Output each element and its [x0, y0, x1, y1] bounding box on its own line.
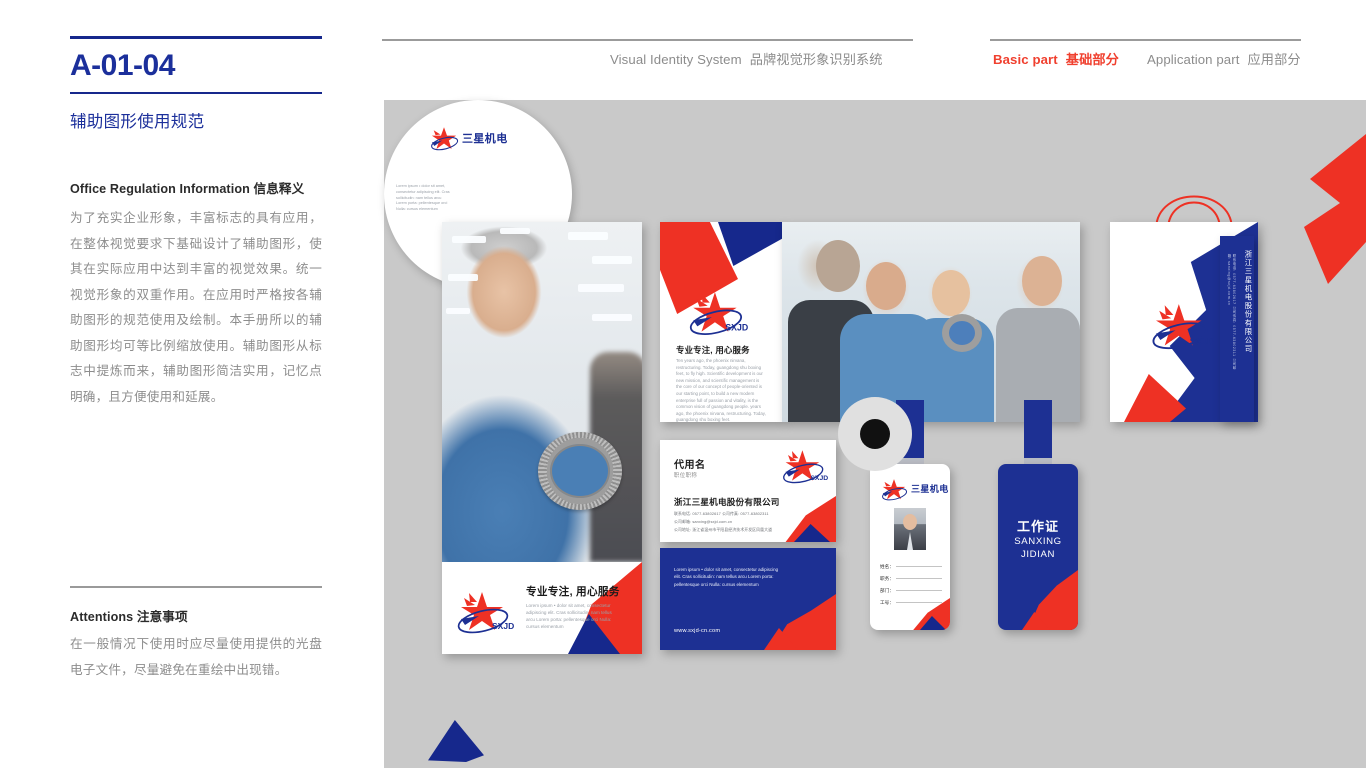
bluecard-website: www.sxjd-cn.com — [674, 628, 721, 634]
nav-basic-part-en: Basic part — [993, 52, 1058, 67]
badge-portrait-photo — [894, 508, 926, 550]
nav-item-visual-identity[interactable]: Visual Identity System 品牌视觉形象识别系统 — [610, 49, 883, 68]
badge-field-position: 职务： — [880, 576, 942, 582]
poster-logo: SXJD — [454, 590, 514, 636]
attentions-block: Attentions 注意事项 在一般情况下使用时应尽量使用提供的光盘电子文件，… — [70, 586, 322, 683]
attentions-heading-en: Attentions — [70, 610, 134, 624]
poster-gear-part — [538, 432, 622, 510]
badge-back-strap — [1024, 400, 1052, 466]
badge-field-name: 姓名： — [880, 564, 942, 570]
bag-red-star-shape — [1124, 374, 1186, 422]
attentions-body: 在一般情况下使用时应尽量使用提供的光盘电子文件，尽量避免在重绘中出现错。 — [70, 637, 322, 677]
shopping-bag-side-panel: 浙江三星机电股份有限公司 联系电话: 0577-63802617 公司传真: 0… — [1220, 236, 1254, 422]
bag-logo: SXJD — [1148, 302, 1214, 352]
top-navigation: Visual Identity System 品牌视觉形象识别系统 Basic p… — [0, 0, 1366, 100]
nav-application-part-cn: 应用部分 — [1247, 52, 1301, 67]
nav-visual-identity-cn: 品牌视觉形象识别系统 — [749, 52, 883, 67]
badge-field-department: 部门： — [880, 588, 942, 594]
brochure-photo-page — [782, 222, 1080, 422]
poster-footer-band: SXJD 专业专注, 用心服务 Lorem ipsum • dolor sit … — [442, 562, 642, 654]
poster-photo — [442, 222, 642, 562]
bag-side-contact: 联系电话: 0577-63802617 公司传真: 0577-63802311 … — [1227, 254, 1236, 371]
name-card-front: 代用名 职位职称 浙江三星机电股份有限公司 联系电话: 0577-6380261… — [660, 440, 836, 542]
badge-logo — [879, 478, 909, 502]
sidebar: A-01-04 辅助图形使用规范 Office Regulation Infor… — [70, 36, 322, 736]
namecard-name: 代用名 — [674, 460, 706, 471]
nav-rule-right — [990, 39, 1301, 41]
nav-visual-identity-en: Visual Identity System — [610, 52, 742, 67]
info-heading-cn: 信息释义 — [253, 182, 305, 196]
attentions-rule — [70, 586, 322, 588]
cd-logo-wordmark: 三星机电 — [462, 133, 508, 145]
badge-back-title: 工作证 — [1016, 519, 1059, 534]
vi-manual-page: A-01-04 辅助图形使用规范 Office Regulation Infor… — [0, 0, 1366, 768]
info-heading-en: Office Regulation Information — [70, 182, 250, 196]
info-body: 为了充实企业形象，丰富标志的具有应用，在整体视觉要求下基础设计了辅助图形，使其在… — [70, 211, 322, 404]
svg-text:SXJD: SXJD — [1190, 336, 1214, 346]
svg-text:SXJD: SXJD — [492, 621, 514, 631]
poster-slogan: 专业专注, 用心服务 — [526, 586, 620, 598]
brochure-gear-part — [942, 314, 982, 352]
badge-back-subtitle-1: SANXING — [1014, 536, 1062, 547]
attentions-heading-cn: 注意事项 — [136, 610, 188, 624]
namecard-contact-line-2: 公司邮箱: sanxing@sxjd.com.cn — [674, 519, 733, 524]
cd-body-text: Lorem ipsum • dolor sit amet, consectetu… — [396, 184, 450, 212]
id-badge-front: 三星机电 姓名： 职务： 部门： 工号： — [870, 464, 950, 630]
badge-logo-wordmark: 三星机电 — [911, 484, 949, 494]
mockup-canvas: SXJD 专业专注, 用心服务 Lorem ipsum • dolor sit … — [384, 100, 1366, 768]
cd-blue-star-shape — [428, 720, 484, 762]
poster-body-text: Lorem ipsum • dolor sit amet, consectetu… — [526, 603, 612, 629]
brochure-body-text: Ten years ago, the phoenix nirvana, rest… — [676, 358, 766, 422]
brochure-slogan: 专业专注, 用心服务 — [676, 345, 750, 355]
cd-center-hole — [860, 419, 890, 449]
svg-text:SXJD: SXJD — [725, 323, 748, 333]
nav-basic-part-cn: 基础部分 — [1065, 52, 1119, 67]
badge-field-number: 工号： — [880, 600, 942, 606]
brochure-logo: SXJD — [686, 290, 748, 338]
attentions-heading: Attentions 注意事项 — [70, 606, 322, 625]
poster-mockup: SXJD 专业专注, 用心服务 Lorem ipsum • dolor sit … — [442, 222, 642, 654]
shopping-bag-handle — [1144, 176, 1244, 228]
nav-item-application-part[interactable]: Application part 应用部分 — [1147, 49, 1301, 68]
nav-rule-left — [382, 39, 913, 41]
badge-back-subtitle-2: JIDIAN — [1021, 549, 1055, 560]
namecard-company: 浙江三星机电股份有限公司 — [674, 497, 780, 507]
nav-application-part-en: Application part — [1147, 52, 1240, 67]
nav-item-basic-part[interactable]: Basic part 基础部分 — [993, 49, 1119, 68]
svg-text:SXJD: SXJD — [810, 475, 828, 482]
namecard-contact-line-3: 公司地址: 浙江省温州市平阳县经济技术开发区凤凰大道 — [674, 527, 773, 532]
cd-logo — [428, 126, 460, 152]
info-heading: Office Regulation Information 信息释义 — [70, 178, 322, 197]
namecard-job-title: 职位职称 — [674, 473, 698, 479]
cd-red-star-shape — [1304, 134, 1366, 284]
id-badge-back: 工作证 SANXING JIDIAN — [998, 464, 1078, 630]
namecard-contact-line-1: 联系电话: 0577-63802617 公司传真: 0577-63802311 — [674, 511, 769, 516]
bluecard-body-text: Lorem ipsum • dolor sit amet, consectetu… — [674, 567, 779, 587]
brochure-left-page: SXJD 专业专注, 用心服务 Ten years ago, the phoen… — [660, 222, 782, 422]
namecard-logo: SXJD — [780, 448, 828, 486]
name-card-back: Lorem ipsum • dolor sit amet, consectetu… — [660, 548, 836, 650]
